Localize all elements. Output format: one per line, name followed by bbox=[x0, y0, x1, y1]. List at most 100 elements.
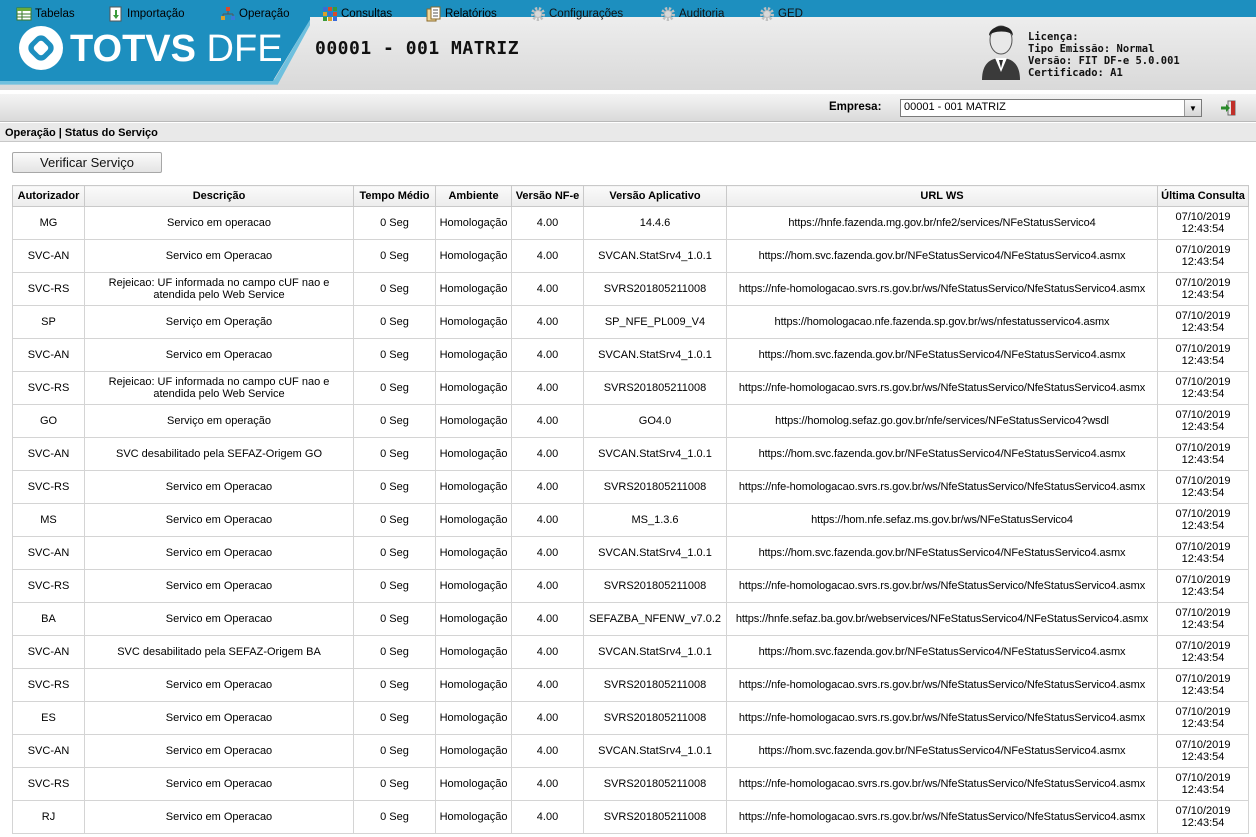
tempo-medio-cell: 0 Seg bbox=[353, 734, 436, 768]
descricao-cell: Servico em Operacao bbox=[84, 767, 354, 801]
tempo-medio-cell: 0 Seg bbox=[353, 800, 436, 834]
verify-service-button[interactable]: Verificar Serviço bbox=[12, 152, 162, 173]
menu-configuracoes[interactable]: Configurações bbox=[530, 5, 623, 23]
ultima-consulta-cell: 07/10/2019 12:43:54 bbox=[1157, 734, 1249, 768]
ultima-consulta-cell: 07/10/2019 12:43:54 bbox=[1157, 272, 1249, 306]
table-row[interactable]: ES Servico em Operacao 0 Seg Homologação 4.0… bbox=[12, 701, 1249, 735]
consulta-time: 12:43:54 bbox=[1181, 421, 1225, 433]
tempo-medio-cell: 0 Seg bbox=[353, 371, 436, 405]
ambiente-cell: Homologação bbox=[435, 668, 512, 702]
column-header[interactable]: Última Consulta bbox=[1157, 185, 1249, 207]
tempo-medio-cell: 0 Seg bbox=[353, 767, 436, 801]
table-row[interactable]: SVC-AN SVC desabilitado pela SEFAZ-Origem… bbox=[12, 635, 1249, 669]
versao-aplicativo-cell: SVCAN.StatSrv4_1.0.1 bbox=[583, 635, 727, 669]
column-header[interactable]: Ambiente bbox=[435, 185, 512, 207]
column-header[interactable]: Tempo Médio bbox=[353, 185, 436, 207]
company-title: 00001 - 001 MATRIZ bbox=[315, 38, 520, 59]
versao-aplicativo-cell: SVRS201805211008 bbox=[583, 470, 727, 504]
menu-auditoria[interactable]: Auditoria bbox=[660, 5, 724, 23]
url-ws-cell: https://nfe-homologacao.svrs.rs.gov.br/w… bbox=[726, 701, 1158, 735]
ambiente-cell: Homologação bbox=[435, 305, 512, 339]
ultima-consulta-cell: 07/10/2019 12:43:54 bbox=[1157, 701, 1249, 735]
consulta-date: 07/10/2019 bbox=[1175, 376, 1231, 388]
tempo-medio-cell: 0 Seg bbox=[353, 569, 436, 603]
ambiente-cell: Homologação bbox=[435, 437, 512, 471]
consulta-date: 07/10/2019 bbox=[1175, 310, 1231, 322]
versao-nfe-cell: 4.00 bbox=[511, 272, 584, 306]
versao-nfe-cell: 4.00 bbox=[511, 437, 584, 471]
consulta-time: 12:43:54 bbox=[1181, 751, 1225, 763]
descricao-cell: Rejeicao: UF informada no campo cUF nao … bbox=[84, 272, 354, 306]
versao-aplicativo-cell: SVCAN.StatSrv4_1.0.1 bbox=[583, 239, 727, 273]
url-ws-cell: https://hom.svc.fazenda.gov.br/NFeStatus… bbox=[726, 536, 1158, 570]
descricao-cell: Servico em Operacao bbox=[84, 668, 354, 702]
versao-nfe-cell: 4.00 bbox=[511, 701, 584, 735]
table-header-row: Autorizador Descrição Tempo Médio Ambien… bbox=[12, 185, 1249, 207]
versao-nfe-cell: 4.00 bbox=[511, 503, 584, 537]
menu-label: Importação bbox=[127, 8, 185, 20]
ambiente-cell: Homologação bbox=[435, 404, 512, 438]
table-row[interactable]: SVC-RS Servico em Operacao 0 Seg Homologaçã… bbox=[12, 668, 1249, 702]
consulta-time: 12:43:54 bbox=[1181, 718, 1225, 730]
menu-consultas[interactable]: Consultas bbox=[322, 5, 392, 23]
table-row[interactable]: SVC-RS Servico em Operacao 0 Seg Homologaçã… bbox=[12, 767, 1249, 801]
menu-operacao[interactable]: Operação bbox=[220, 5, 290, 23]
autorizador-cell: SP bbox=[12, 305, 85, 339]
ambiente-cell: Homologação bbox=[435, 536, 512, 570]
versao-aplicativo-cell: MS_1.3.6 bbox=[583, 503, 727, 537]
table-row[interactable]: MS Servico em Operacao 0 Seg Homologação 4.0… bbox=[12, 503, 1249, 537]
tempo-medio-cell: 0 Seg bbox=[353, 437, 436, 471]
query-icon bbox=[323, 7, 337, 21]
report-icon bbox=[426, 6, 441, 22]
table-row[interactable]: SVC-RS Rejeicao: UF informada no campo cU… bbox=[12, 371, 1249, 405]
versao-aplicativo-cell: SVRS201805211008 bbox=[583, 569, 727, 603]
ultima-consulta-cell: 07/10/2019 12:43:54 bbox=[1157, 503, 1249, 537]
url-ws-cell: https://nfe-homologacao.svrs.rs.gov.br/w… bbox=[726, 569, 1158, 603]
table-row[interactable]: SVC-RS Servico em Operacao 0 Seg Homologaçã… bbox=[12, 470, 1249, 504]
column-header[interactable]: Versão NF-e bbox=[511, 185, 584, 207]
table-row[interactable]: SVC-AN Servico em Operacao 0 Seg Homologaçã… bbox=[12, 734, 1249, 768]
autorizador-cell: BA bbox=[12, 602, 85, 636]
table-row[interactable]: SVC-RS Rejeicao: UF informada no campo cU… bbox=[12, 272, 1249, 306]
table-icon bbox=[16, 7, 32, 21]
breadcrumb: Operação | Status do Serviço bbox=[0, 123, 1256, 142]
tempo-medio-cell: 0 Seg bbox=[353, 602, 436, 636]
descricao-cell: SVC desabilitado pela SEFAZ-Origem BA bbox=[84, 635, 354, 669]
autorizador-cell: SVC-RS bbox=[12, 668, 85, 702]
emission-type: Tipo Emissão: Normal bbox=[1028, 43, 1155, 55]
chevron-down-icon[interactable]: ▼ bbox=[1184, 100, 1201, 116]
consulta-time: 12:43:54 bbox=[1181, 784, 1225, 796]
table-row[interactable]: GO Serviço em operação 0 Seg Homologação 4.0… bbox=[12, 404, 1249, 438]
url-ws-cell: https://nfe-homologacao.svrs.rs.gov.br/w… bbox=[726, 470, 1158, 504]
table-row[interactable]: SVC-AN SVC desabilitado pela SEFAZ-Origem… bbox=[12, 437, 1249, 471]
license-label: Licença: bbox=[1028, 31, 1079, 43]
table-row[interactable]: SVC-AN Servico em Operacao 0 Seg Homologaçã… bbox=[12, 239, 1249, 273]
autorizador-cell: SVC-RS bbox=[12, 767, 85, 801]
column-header[interactable]: Descrição bbox=[84, 185, 354, 207]
ultima-consulta-cell: 07/10/2019 12:43:54 bbox=[1157, 668, 1249, 702]
versao-nfe-cell: 4.00 bbox=[511, 536, 584, 570]
ambiente-cell: Homologação bbox=[435, 635, 512, 669]
menu-tabelas[interactable]: Tabelas bbox=[16, 5, 75, 23]
table-row[interactable]: RJ Servico em Operacao 0 Seg Homologação 4.0… bbox=[12, 800, 1249, 834]
tempo-medio-cell: 0 Seg bbox=[353, 338, 436, 372]
url-ws-cell: https://hnfe.sefaz.ba.gov.br/webservices… bbox=[726, 602, 1158, 636]
table-row[interactable]: SP Serviço em Operação 0 Seg Homologação 4.0… bbox=[12, 305, 1249, 339]
url-ws-cell: https://homolog.sefaz.go.gov.br/nfe/serv… bbox=[726, 404, 1158, 438]
exit-icon[interactable] bbox=[1219, 99, 1237, 117]
table-row[interactable]: BA Servico em Operacao 0 Seg Homologação 4.0… bbox=[12, 602, 1249, 636]
table-row[interactable]: MG Servico em operacao 0 Seg Homologação 4.0… bbox=[12, 206, 1249, 240]
menu-importacao[interactable]: Importação bbox=[108, 5, 185, 23]
url-ws-cell: https://nfe-homologacao.svrs.rs.gov.br/w… bbox=[726, 767, 1158, 801]
column-header[interactable]: Versão Aplicativo bbox=[583, 185, 727, 207]
empresa-select[interactable]: 00001 - 001 MATRIZ ▼ bbox=[900, 99, 1202, 117]
table-row[interactable]: SVC-AN Servico em Operacao 0 Seg Homologaçã… bbox=[12, 338, 1249, 372]
menu-ged[interactable]: GED bbox=[759, 5, 803, 23]
table-row[interactable]: SVC-AN Servico em Operacao 0 Seg Homologaçã… bbox=[12, 536, 1249, 570]
autorizador-cell: SVC-AN bbox=[12, 734, 85, 768]
table-row[interactable]: SVC-RS Servico em Operacao 0 Seg Homologaçã… bbox=[12, 569, 1249, 603]
column-header[interactable]: Autorizador bbox=[12, 185, 85, 207]
tempo-medio-cell: 0 Seg bbox=[353, 404, 436, 438]
column-header[interactable]: URL WS bbox=[726, 185, 1158, 207]
menu-relatorios[interactable]: Relatórios bbox=[426, 5, 497, 23]
